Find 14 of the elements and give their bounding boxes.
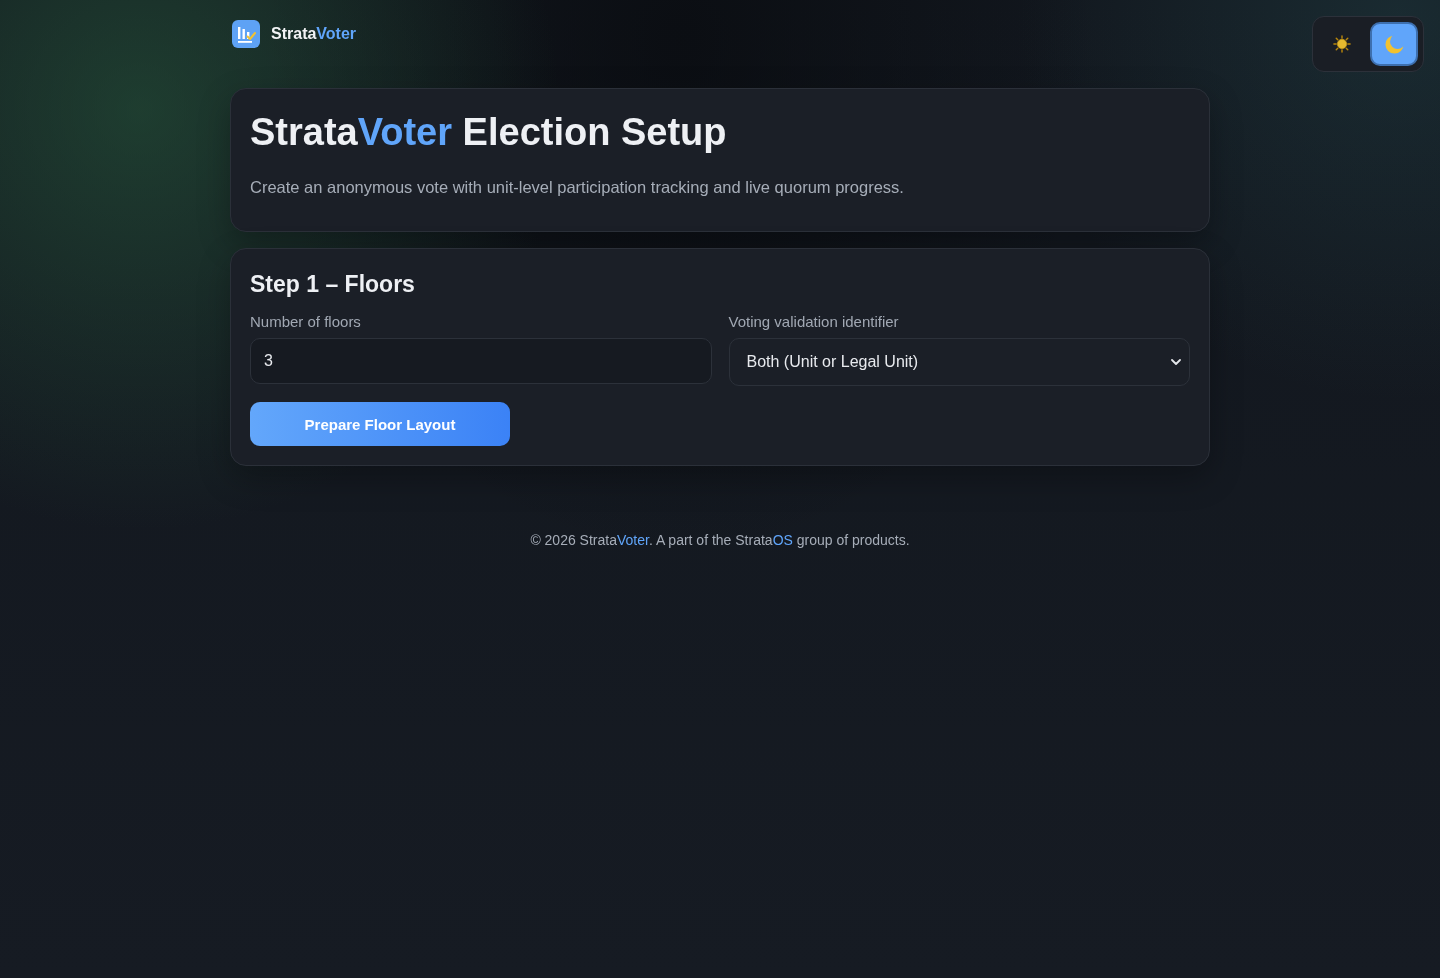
crescent-moon-icon	[1384, 34, 1404, 54]
select-field[interactable]: Both (Unit or Legal Unit)	[728, 338, 1190, 386]
page-subtitle: Create an anonymous vote with unit-level participation tracking and live quorum progress.	[250, 177, 905, 198]
chevron-down-icon	[1171, 359, 1181, 365]
page-title: StrataVoter Election Setup	[250, 110, 728, 155]
field-label: Voting validation identifier	[728, 313, 899, 331]
brand-name: StrataVoter	[271, 25, 357, 43]
number-input[interactable]: 3	[250, 338, 712, 384]
field-label: Number of floors	[250, 313, 361, 331]
footer-text: © 2026 StrataVoter. A part of the StrataOS group of products.	[529, 531, 911, 550]
bar-chart-check-logo-icon	[232, 20, 260, 48]
step-title: Step 1 – Floors	[250, 270, 416, 299]
dark-theme-button[interactable]	[1370, 22, 1418, 66]
sun-icon	[1333, 35, 1351, 53]
